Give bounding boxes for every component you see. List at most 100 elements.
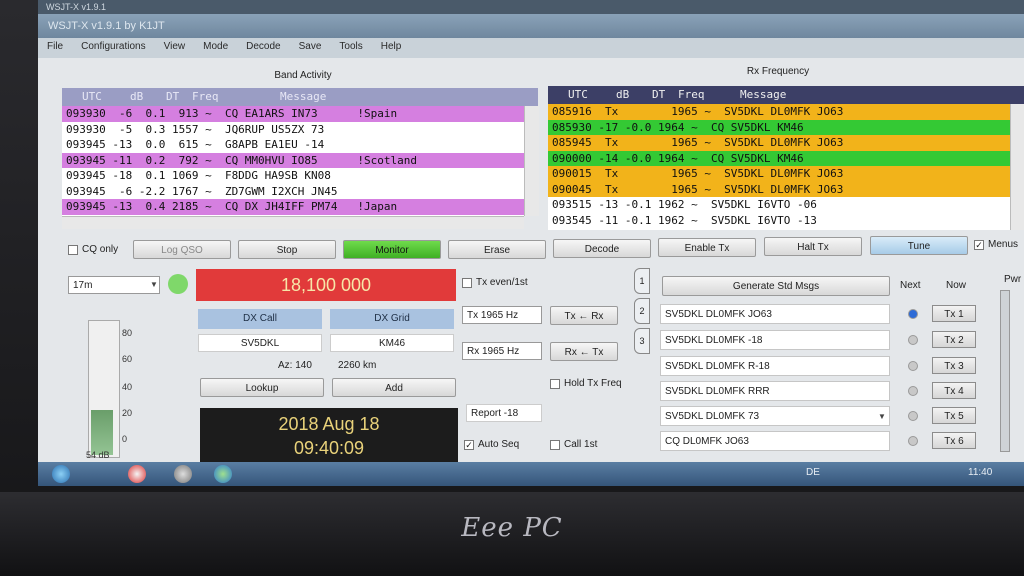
- menu-tools[interactable]: Tools: [330, 38, 371, 58]
- band-activity-hscrollbar[interactable]: [62, 216, 524, 229]
- erase-button[interactable]: Erase: [448, 240, 546, 259]
- rx-frequency-spinbox[interactable]: Rx 1965 Hz: [462, 342, 542, 360]
- tab-2[interactable]: 2: [634, 298, 650, 324]
- band-activity-row[interactable]: 093930 -6 0.1 913 ~ CQ EA1ARS IN73 !Spai…: [62, 106, 524, 122]
- menu-help[interactable]: Help: [372, 38, 411, 58]
- dx-grid-input[interactable]: KM46: [330, 334, 454, 352]
- rx-frequency-row[interactable]: 090045 Tx 1965 ~ SV5DKL DL0MFK JO63: [548, 181, 1010, 197]
- rx-frequency-row[interactable]: 085930 -17 -0.0 1964 ~ CQ SV5DKL KM46: [548, 119, 1010, 135]
- cq-only-checkbox[interactable]: CQ only: [68, 244, 118, 255]
- tx4-button[interactable]: Tx 4: [932, 382, 976, 399]
- rx-from-tx-button[interactable]: Rx ← Tx: [550, 342, 618, 361]
- pwr-label: Pwr: [1004, 274, 1022, 285]
- tune-button[interactable]: Tune: [870, 236, 968, 255]
- band-activity-list[interactable]: 093930 -6 0.1 913 ~ CQ EA1ARS IN73 !Spai…: [62, 106, 524, 216]
- halt-tx-button[interactable]: Halt Tx: [764, 237, 862, 256]
- band-activity-row[interactable]: 093945 -11 0.2 792 ~ CQ MM0HVU IO85 !Sco…: [62, 152, 524, 168]
- tx6-button[interactable]: Tx 6: [932, 432, 976, 449]
- menus-checkbox[interactable]: ✓ Menus: [974, 239, 1018, 250]
- menu-mode[interactable]: Mode: [194, 38, 237, 58]
- cq-only-box[interactable]: [68, 244, 78, 255]
- rx-frequency-row[interactable]: 085945 Tx 1965 ~ SV5DKL DL0MFK JO63: [548, 135, 1010, 151]
- band-activity-header: UTC dB DT Freq Message: [62, 88, 538, 106]
- tx-frequency-spinbox[interactable]: Tx 1965 Hz: [462, 306, 542, 324]
- start-button-icon[interactable]: [52, 465, 70, 483]
- tx1-button[interactable]: Tx 1: [932, 305, 976, 322]
- tx5-dropdown-arrow-icon[interactable]: ▼: [878, 412, 886, 421]
- add-button[interactable]: Add: [332, 378, 456, 397]
- opera-icon[interactable]: [128, 465, 146, 483]
- band-activity-row[interactable]: 093945 -18 0.1 1069 ~ F8DDG HA9SB KN08: [62, 168, 524, 184]
- call-1st-checkbox[interactable]: Call 1st: [550, 439, 597, 450]
- menu-configurations[interactable]: Configurations: [72, 38, 154, 58]
- menu-save[interactable]: Save: [290, 38, 331, 58]
- tx3-button[interactable]: Tx 3: [932, 357, 976, 374]
- meter-scale-80: 80: [122, 328, 133, 338]
- dx-grid-label: DX Grid: [330, 309, 454, 329]
- tx2-next-radio[interactable]: [908, 335, 918, 345]
- generate-std-msgs-button[interactable]: Generate Std Msgs: [662, 276, 890, 296]
- tx6-message[interactable]: CQ DL0MFK JO63: [660, 431, 890, 451]
- monitor-button[interactable]: Monitor: [343, 240, 441, 259]
- tx5-next-radio[interactable]: [908, 411, 918, 421]
- rx-frequency-scrollbar[interactable]: [1010, 104, 1024, 230]
- decode-button[interactable]: Decode: [553, 239, 651, 258]
- tab-3[interactable]: 3: [634, 328, 650, 354]
- tx3-next-radio[interactable]: [908, 361, 918, 371]
- enable-tx-button[interactable]: Enable Tx: [658, 238, 756, 257]
- rx-frequency-row[interactable]: 093545 -11 -0.1 1962 ~ SV5DKL I6VTO -13: [548, 213, 1010, 229]
- menus-box[interactable]: ✓: [974, 239, 984, 250]
- auto-seq-box[interactable]: ✓: [464, 439, 474, 450]
- band-activity-scrollbar[interactable]: [524, 106, 539, 216]
- stop-button[interactable]: Stop: [238, 240, 336, 259]
- rx-frequency-row[interactable]: 085916 Tx 1965 ~ SV5DKL DL0MFK JO63: [548, 104, 1010, 120]
- tx4-message[interactable]: SV5DKL DL0MFK RRR: [660, 381, 890, 401]
- tx1-next-radio[interactable]: [908, 309, 918, 319]
- call-1st-box[interactable]: [550, 439, 560, 450]
- band-activity-row[interactable]: 093945 -13 0.4 2185 ~ CQ DX JH4IFF PM74 …: [62, 199, 524, 215]
- power-slider[interactable]: [1000, 290, 1010, 452]
- band-activity-row[interactable]: 093945 -13 0.0 615 ~ G8APB EA1EU -14: [62, 137, 524, 153]
- meter-scale-40: 40: [122, 382, 133, 392]
- tx6-next-radio[interactable]: [908, 436, 918, 446]
- rx-frequency-title: Rx Frequency: [746, 66, 810, 77]
- hold-tx-freq-box[interactable]: [550, 378, 560, 389]
- tx3-message[interactable]: SV5DKL DL0MFK R-18: [660, 356, 890, 376]
- rx-col-freq: Freq: [678, 88, 705, 101]
- rx-frequency-row[interactable]: 090015 Tx 1965 ~ SV5DKL DL0MFK JO63: [548, 166, 1010, 182]
- app-icon[interactable]: [174, 465, 192, 483]
- menu-view[interactable]: View: [155, 38, 195, 58]
- report-spinbox[interactable]: Report -18: [466, 404, 542, 422]
- tx1-message[interactable]: SV5DKL DL0MFK JO63: [660, 304, 890, 324]
- rx-frequency-list[interactable]: 085916 Tx 1965 ~ SV5DKL DL0MFK JO63 08593…: [548, 104, 1010, 230]
- system-clock[interactable]: 11:40: [968, 467, 992, 478]
- band-activity-row[interactable]: 093930 -5 0.3 1557 ~ JQ6RUP US5ZX 73: [62, 122, 524, 138]
- hold-tx-freq-checkbox[interactable]: Hold Tx Freq: [550, 378, 622, 389]
- tx-even-box[interactable]: [462, 277, 472, 288]
- now-label: Now: [946, 280, 967, 291]
- language-indicator[interactable]: DE: [806, 467, 820, 478]
- rx-frequency-row[interactable]: 090000 -14 -0.0 1964 ~ CQ SV5DKL KM46: [548, 150, 1010, 166]
- rx-frequency-row[interactable]: 093515 -13 -0.1 1962 ~ SV5DKL I6VTO -06: [548, 197, 1010, 213]
- auto-seq-checkbox[interactable]: ✓ Auto Seq: [464, 439, 519, 450]
- tx2-button[interactable]: Tx 2: [932, 331, 976, 348]
- lookup-button[interactable]: Lookup: [200, 378, 324, 397]
- menu-file[interactable]: File: [38, 38, 72, 58]
- dx-call-input[interactable]: SV5DKL: [198, 334, 322, 352]
- wsjtx-taskbar-icon[interactable]: [214, 465, 232, 483]
- tx5-button[interactable]: Tx 5: [932, 407, 976, 424]
- status-led-icon: [168, 274, 188, 294]
- tx-even-checkbox[interactable]: Tx even/1st: [462, 277, 528, 288]
- band-select-arrow-icon[interactable]: ▼: [150, 280, 158, 289]
- band-select[interactable]: 17m: [68, 276, 160, 294]
- tab-1[interactable]: 1: [634, 268, 650, 294]
- band-activity-row[interactable]: 093945 -6 -2.2 1767 ~ ZD7GWM I2XCH JN45: [62, 184, 524, 200]
- tx-from-rx-button[interactable]: Tx ← Rx: [550, 306, 618, 325]
- log-qso-button[interactable]: Log QSO: [133, 240, 231, 259]
- signal-meter: [88, 320, 120, 458]
- menu-decode[interactable]: Decode: [237, 38, 289, 58]
- tx4-next-radio[interactable]: [908, 386, 918, 396]
- tx5-message[interactable]: SV5DKL DL0MFK 73: [660, 406, 890, 426]
- tx2-message[interactable]: SV5DKL DL0MFK -18: [660, 330, 890, 350]
- auto-seq-label: Auto Seq: [478, 439, 520, 450]
